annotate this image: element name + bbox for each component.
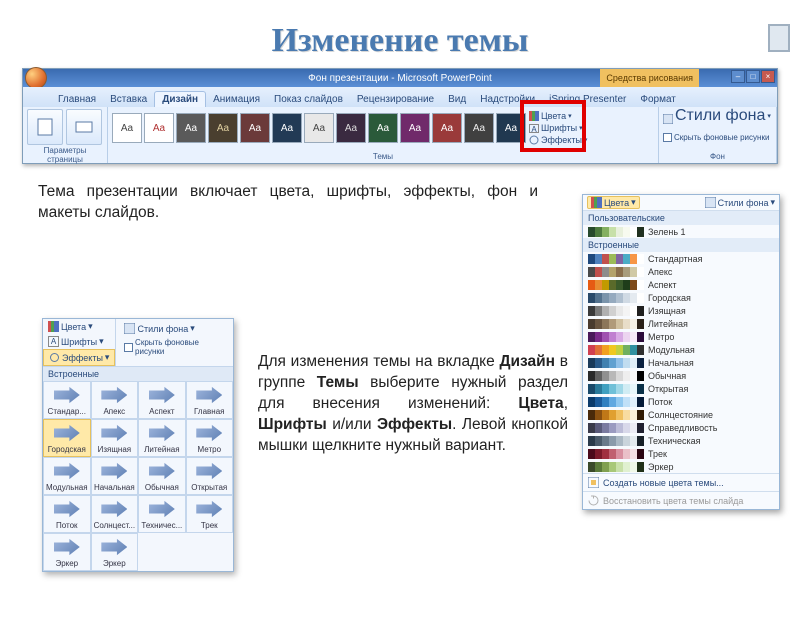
theme-thumbnail[interactable]: Aa xyxy=(304,113,334,143)
color-scheme-option[interactable]: Эркер xyxy=(583,460,779,473)
effects-heading-builtin: Встроенные xyxy=(43,367,233,381)
tab-вид[interactable]: Вид xyxy=(441,92,473,107)
theme-thumbnail[interactable]: Aa xyxy=(144,113,174,143)
color-scheme-option[interactable]: Солнцестояние xyxy=(583,408,779,421)
group-label-page-setup: Параметры страницы xyxy=(27,145,103,164)
colors-heading-builtin: Встроенные xyxy=(583,238,779,252)
theme-thumbnail[interactable]: Aa xyxy=(112,113,142,143)
create-theme-colors-button[interactable]: Создать новые цвета темы... xyxy=(583,473,779,491)
effect-option[interactable]: Поток xyxy=(43,495,91,533)
color-scheme-option[interactable]: Модульная xyxy=(583,343,779,356)
color-scheme-option[interactable]: Обычная xyxy=(583,369,779,382)
effect-option[interactable]: Открытая xyxy=(186,457,233,495)
panel-colors-button[interactable]: Цвета ▾ xyxy=(43,319,115,334)
ribbon-body: Параметры страницы AaAaAaAaAaAaAaAaAaAaA… xyxy=(23,107,777,163)
effect-option[interactable]: Эркер xyxy=(43,533,91,571)
colors-dropdown-panel: Цвета ▾ Стили фона ▾ Пользовательские Зе… xyxy=(582,194,780,510)
minimize-button[interactable]: – xyxy=(731,70,745,83)
maximize-button[interactable]: □ xyxy=(746,70,760,83)
effect-option[interactable]: Обычная xyxy=(138,457,185,495)
page-setup-button[interactable] xyxy=(27,109,63,145)
theme-thumbnail[interactable]: Aa xyxy=(464,113,494,143)
theme-thumbnail[interactable]: Aa xyxy=(368,113,398,143)
reset-theme-colors-button[interactable]: Восстановить цвета темы слайда xyxy=(583,491,779,509)
background-styles-button[interactable]: Стили фона▾ xyxy=(663,109,772,123)
effect-option[interactable]: Городская xyxy=(43,419,91,457)
theme-thumbnail[interactable]: Aa xyxy=(336,113,366,143)
effect-option[interactable]: Аспект xyxy=(138,381,185,419)
color-scheme-option[interactable]: Справедливость xyxy=(583,421,779,434)
instruction-paragraph: Для изменения темы на вкладке Дизайн в г… xyxy=(258,352,568,457)
color-scheme-option[interactable]: Техническая xyxy=(583,434,779,447)
color-scheme-option[interactable]: Литейная xyxy=(583,317,779,330)
page-title: Изменение темы xyxy=(0,22,800,60)
theme-thumbnail[interactable]: Aa xyxy=(400,113,430,143)
theme-effects-button[interactable]: Эффекты▾ xyxy=(529,134,594,146)
color-scheme-option[interactable]: Начальная xyxy=(583,356,779,369)
color-scheme-option[interactable]: Открытая xyxy=(583,382,779,395)
effect-option[interactable]: Стандар... xyxy=(43,381,91,419)
color-scheme-option[interactable]: Изящная xyxy=(583,304,779,317)
slide-orientation-button[interactable] xyxy=(66,109,102,145)
tab-дизайн[interactable]: Дизайн xyxy=(154,91,206,107)
tab-главная[interactable]: Главная xyxy=(51,92,103,107)
colors-top-colors-button[interactable]: Цвета ▾ xyxy=(587,196,640,209)
tab-формат[interactable]: Формат xyxy=(633,92,683,107)
tab-рецензирование[interactable]: Рецензирование xyxy=(350,92,441,107)
effects-dropdown-panel: Цвета ▾ AШрифты ▾ Эффекты ▾ Стили фона ▾… xyxy=(42,318,234,572)
contextual-tab-label: Средства рисования xyxy=(600,69,699,87)
color-scheme-option[interactable]: Стандартная xyxy=(583,252,779,265)
tab-надстройки[interactable]: Надстройки xyxy=(473,92,542,107)
panel-effects-button[interactable]: Эффекты ▾ xyxy=(43,349,115,366)
color-scheme-option[interactable]: Апекс xyxy=(583,265,779,278)
theme-thumbnail[interactable]: Aa xyxy=(496,113,526,143)
color-scheme-option[interactable]: Трек xyxy=(583,447,779,460)
group-themes: AaAaAaAaAaAaAaAaAaAaAaAaAa Цвета▾ AШрифт… xyxy=(108,107,659,163)
theme-controls: Цвета▾ AШрифты▾ Эффекты▾ xyxy=(526,110,594,146)
close-button[interactable]: × xyxy=(761,70,775,83)
group-page-setup: Параметры страницы xyxy=(23,107,108,163)
theme-thumbnail[interactable]: Aa xyxy=(240,113,270,143)
group-label-themes: Темы xyxy=(112,151,654,161)
color-scheme-option[interactable]: Зелень 1 xyxy=(583,225,779,238)
colors-heading-custom: Пользовательские xyxy=(583,211,779,225)
effect-option[interactable]: Модульная xyxy=(43,457,91,495)
effect-option[interactable]: Техничес... xyxy=(138,495,185,533)
intro-paragraph: Тема презентации включает цвета, шрифты,… xyxy=(38,182,538,224)
panel-bgstyles-button[interactable]: Стили фона ▾ xyxy=(119,321,230,336)
panel-hidebg-checkbox[interactable]: Скрыть фоновые рисунки xyxy=(119,336,230,358)
tab-показ слайдов[interactable]: Показ слайдов xyxy=(267,92,350,107)
effect-option[interactable]: Изящная xyxy=(91,419,139,457)
ribbon-tabs: ГлавнаяВставкаДизайнАнимацияПоказ слайдо… xyxy=(23,87,777,107)
effect-option[interactable]: Метро xyxy=(186,419,233,457)
color-scheme-option[interactable]: Аспект xyxy=(583,278,779,291)
panel-fonts-button[interactable]: AШрифты ▾ xyxy=(43,334,115,349)
color-scheme-option[interactable]: Городская xyxy=(583,291,779,304)
group-background: Стили фона▾ Скрыть фоновые рисунки Фон xyxy=(659,107,777,163)
theme-colors-button[interactable]: Цвета▾ xyxy=(529,110,594,122)
theme-fonts-button[interactable]: AШрифты▾ xyxy=(529,122,594,134)
effect-option[interactable]: Литейная xyxy=(138,419,185,457)
effect-option[interactable]: Трек xyxy=(186,495,233,533)
page-corner-decoration xyxy=(768,24,790,52)
theme-thumbnail[interactable]: Aa xyxy=(272,113,302,143)
tab-ispring presenter[interactable]: iSpring Presenter xyxy=(542,92,633,107)
group-label-background: Фон xyxy=(663,151,772,161)
theme-thumbnail[interactable]: Aa xyxy=(208,113,238,143)
hide-bg-graphics-checkbox[interactable]: Скрыть фоновые рисунки xyxy=(663,130,772,144)
effect-option[interactable]: Начальная xyxy=(91,457,139,495)
tab-анимация[interactable]: Анимация xyxy=(206,92,267,107)
tab-вставка[interactable]: Вставка xyxy=(103,92,154,107)
effect-option[interactable]: Солнцест... xyxy=(91,495,139,533)
effect-option[interactable]: Эркер xyxy=(91,533,139,571)
powerpoint-ribbon: Фон презентации - Microsoft PowerPoint С… xyxy=(22,68,778,164)
window-titlebar: Фон презентации - Microsoft PowerPoint С… xyxy=(23,69,777,87)
effect-option[interactable]: Главная xyxy=(186,381,233,419)
color-scheme-option[interactable]: Метро xyxy=(583,330,779,343)
theme-thumbnail[interactable]: Aa xyxy=(176,113,206,143)
color-scheme-option[interactable]: Поток xyxy=(583,395,779,408)
theme-thumbnail[interactable]: Aa xyxy=(432,113,462,143)
effect-option[interactable]: Апекс xyxy=(91,381,139,419)
colors-top-bgstyles-button[interactable]: Стили фона ▾ xyxy=(705,197,775,208)
